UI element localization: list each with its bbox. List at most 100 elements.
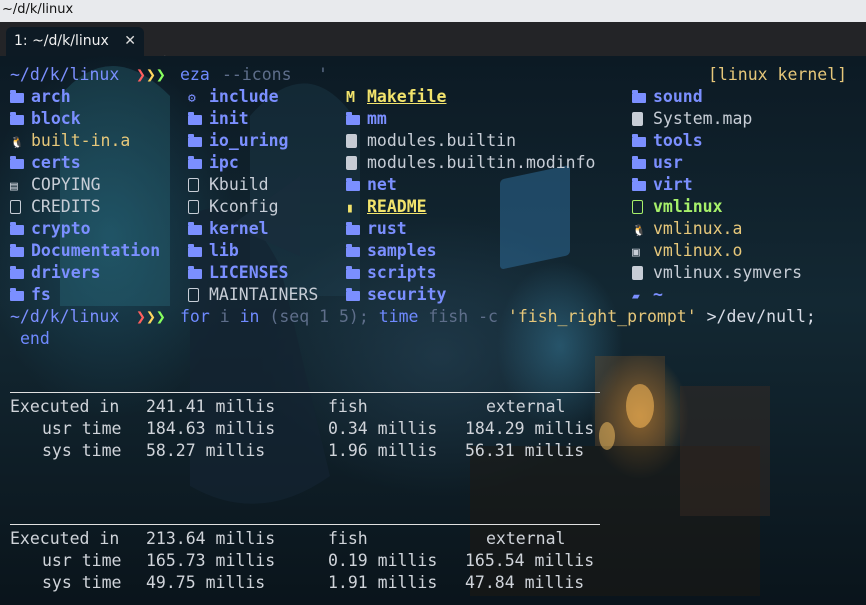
prompt-line-2-cont: end bbox=[0, 328, 60, 350]
external-header: external bbox=[486, 397, 566, 416]
file-name: crypto bbox=[31, 219, 91, 238]
timing-external: 165.54 millis bbox=[465, 551, 595, 570]
folder-icon bbox=[10, 284, 31, 306]
file-icon bbox=[10, 196, 31, 218]
command-text: for i in (seq 1 5); time fish -c 'fish_r… bbox=[180, 307, 816, 326]
title-bar: ~/d/k/linux bbox=[0, 0, 866, 22]
file-filled-icon bbox=[346, 130, 367, 152]
file-name: init bbox=[209, 109, 249, 128]
window-title: ~/d/k/linux bbox=[2, 2, 74, 17]
file-icon bbox=[188, 284, 209, 306]
folder-open-icon: ▰ bbox=[632, 289, 640, 304]
executed-value: 241.41 millis bbox=[146, 397, 276, 416]
prompt-arrows: ❯❯❯ bbox=[136, 307, 166, 326]
file-name: net bbox=[367, 175, 397, 194]
tux-icon: 🐧 bbox=[632, 224, 646, 237]
file-filled-icon bbox=[632, 108, 653, 130]
file-name: ~ bbox=[653, 285, 663, 304]
timing-fish: 0.34 millis bbox=[328, 419, 438, 438]
folder-icon bbox=[10, 262, 31, 284]
timing-total: 165.73 millis bbox=[146, 551, 276, 570]
executed-label: Executed in bbox=[10, 397, 120, 416]
file-name: MAINTAINERS bbox=[209, 285, 319, 304]
timing-label: usr time bbox=[42, 419, 122, 438]
file-icon bbox=[188, 196, 209, 218]
file-name: modules.builtin.modinfo bbox=[367, 153, 596, 172]
tux-icon: 🐧 bbox=[10, 136, 24, 149]
file-name: built-in.a bbox=[31, 131, 131, 150]
folder-icon bbox=[346, 284, 367, 306]
fish-header: fish bbox=[328, 397, 368, 416]
file-name: CREDITS bbox=[31, 197, 101, 216]
file-name: samples bbox=[367, 241, 437, 260]
file-name: lib bbox=[209, 241, 239, 260]
file-name: sound bbox=[653, 87, 703, 106]
folder-config-icon: ⚙ bbox=[188, 91, 196, 106]
fish-header: fish bbox=[328, 529, 368, 548]
right-prompt: [linux kernel] bbox=[708, 65, 848, 84]
timing-total: 49.75 millis bbox=[146, 573, 266, 592]
folder-icon bbox=[632, 152, 653, 174]
folder-icon bbox=[188, 152, 209, 174]
external-header: external bbox=[486, 529, 566, 548]
file-name: virt bbox=[653, 175, 693, 194]
folder-icon bbox=[188, 130, 209, 152]
makefile-icon: M bbox=[346, 88, 356, 106]
file-filled-icon bbox=[632, 262, 653, 284]
timing-external: 56.31 millis bbox=[465, 441, 585, 460]
folder-icon bbox=[346, 218, 367, 240]
cursor: ' bbox=[318, 65, 328, 84]
file-name: vmlinux.symvers bbox=[653, 263, 803, 282]
folder-icon bbox=[346, 240, 367, 262]
file-name: vmlinux.o bbox=[653, 241, 743, 260]
divider bbox=[10, 524, 600, 525]
prompt-path: ~/d/k/linux bbox=[10, 307, 120, 326]
readme-icon: ▮ bbox=[346, 201, 354, 216]
tab-label: 1: ~/d/k/linux bbox=[14, 33, 109, 49]
file-name: include bbox=[209, 87, 279, 106]
terminal-content[interactable]: ~/d/k/linux ❯❯❯ eza --icons ' [linux ker… bbox=[0, 56, 866, 605]
folder-icon bbox=[346, 108, 367, 130]
file-icon bbox=[188, 174, 209, 196]
close-icon[interactable]: ✕ bbox=[124, 27, 136, 56]
file-name: block bbox=[31, 109, 81, 128]
file-name: io_uring bbox=[209, 131, 289, 150]
folder-icon bbox=[10, 218, 31, 240]
tab-bar: 1: ~/d/k/linux ✕ + bbox=[0, 22, 866, 70]
folder-icon bbox=[188, 262, 209, 284]
file-name: vmlinux bbox=[653, 197, 723, 216]
file-name: Documentation bbox=[31, 241, 161, 260]
file-name: security bbox=[367, 285, 447, 304]
file-name: modules.builtin bbox=[367, 131, 517, 150]
timing-total: 184.63 millis bbox=[146, 419, 276, 438]
file-name: COPYING bbox=[31, 175, 101, 194]
folder-icon bbox=[188, 218, 209, 240]
folder-icon bbox=[632, 130, 653, 152]
executed-label: Executed in bbox=[10, 529, 120, 548]
file-name: mm bbox=[367, 109, 387, 128]
timing-fish: 0.19 millis bbox=[328, 551, 438, 570]
folder-icon bbox=[10, 152, 31, 174]
file-name: vmlinux.a bbox=[653, 219, 743, 238]
file-filled-icon bbox=[346, 152, 367, 174]
file-name: Makefile bbox=[367, 87, 447, 106]
file-name: fs bbox=[31, 285, 51, 304]
binary-icon: ▣ bbox=[632, 245, 640, 260]
folder-icon bbox=[10, 108, 31, 130]
timing-label: sys time bbox=[42, 441, 122, 460]
timing-external: 184.29 millis bbox=[465, 419, 595, 438]
folder-icon bbox=[632, 174, 653, 196]
file-name: drivers bbox=[31, 263, 101, 282]
file-name: ipc bbox=[209, 153, 239, 172]
file-name: Kbuild bbox=[209, 175, 269, 194]
file-name: LICENSES bbox=[209, 263, 289, 282]
divider bbox=[10, 392, 600, 393]
tab-terminal-1[interactable]: 1: ~/d/k/linux ✕ bbox=[6, 27, 144, 56]
file-name: usr bbox=[653, 153, 683, 172]
command-args: --icons bbox=[222, 65, 292, 84]
file-name: arch bbox=[31, 87, 71, 106]
prompt-line-1: ~/d/k/linux ❯❯❯ eza --icons ' [linux ker… bbox=[0, 64, 847, 86]
end-keyword: end bbox=[20, 329, 50, 348]
file-name: kernel bbox=[209, 219, 269, 238]
timing-label: sys time bbox=[42, 573, 122, 592]
